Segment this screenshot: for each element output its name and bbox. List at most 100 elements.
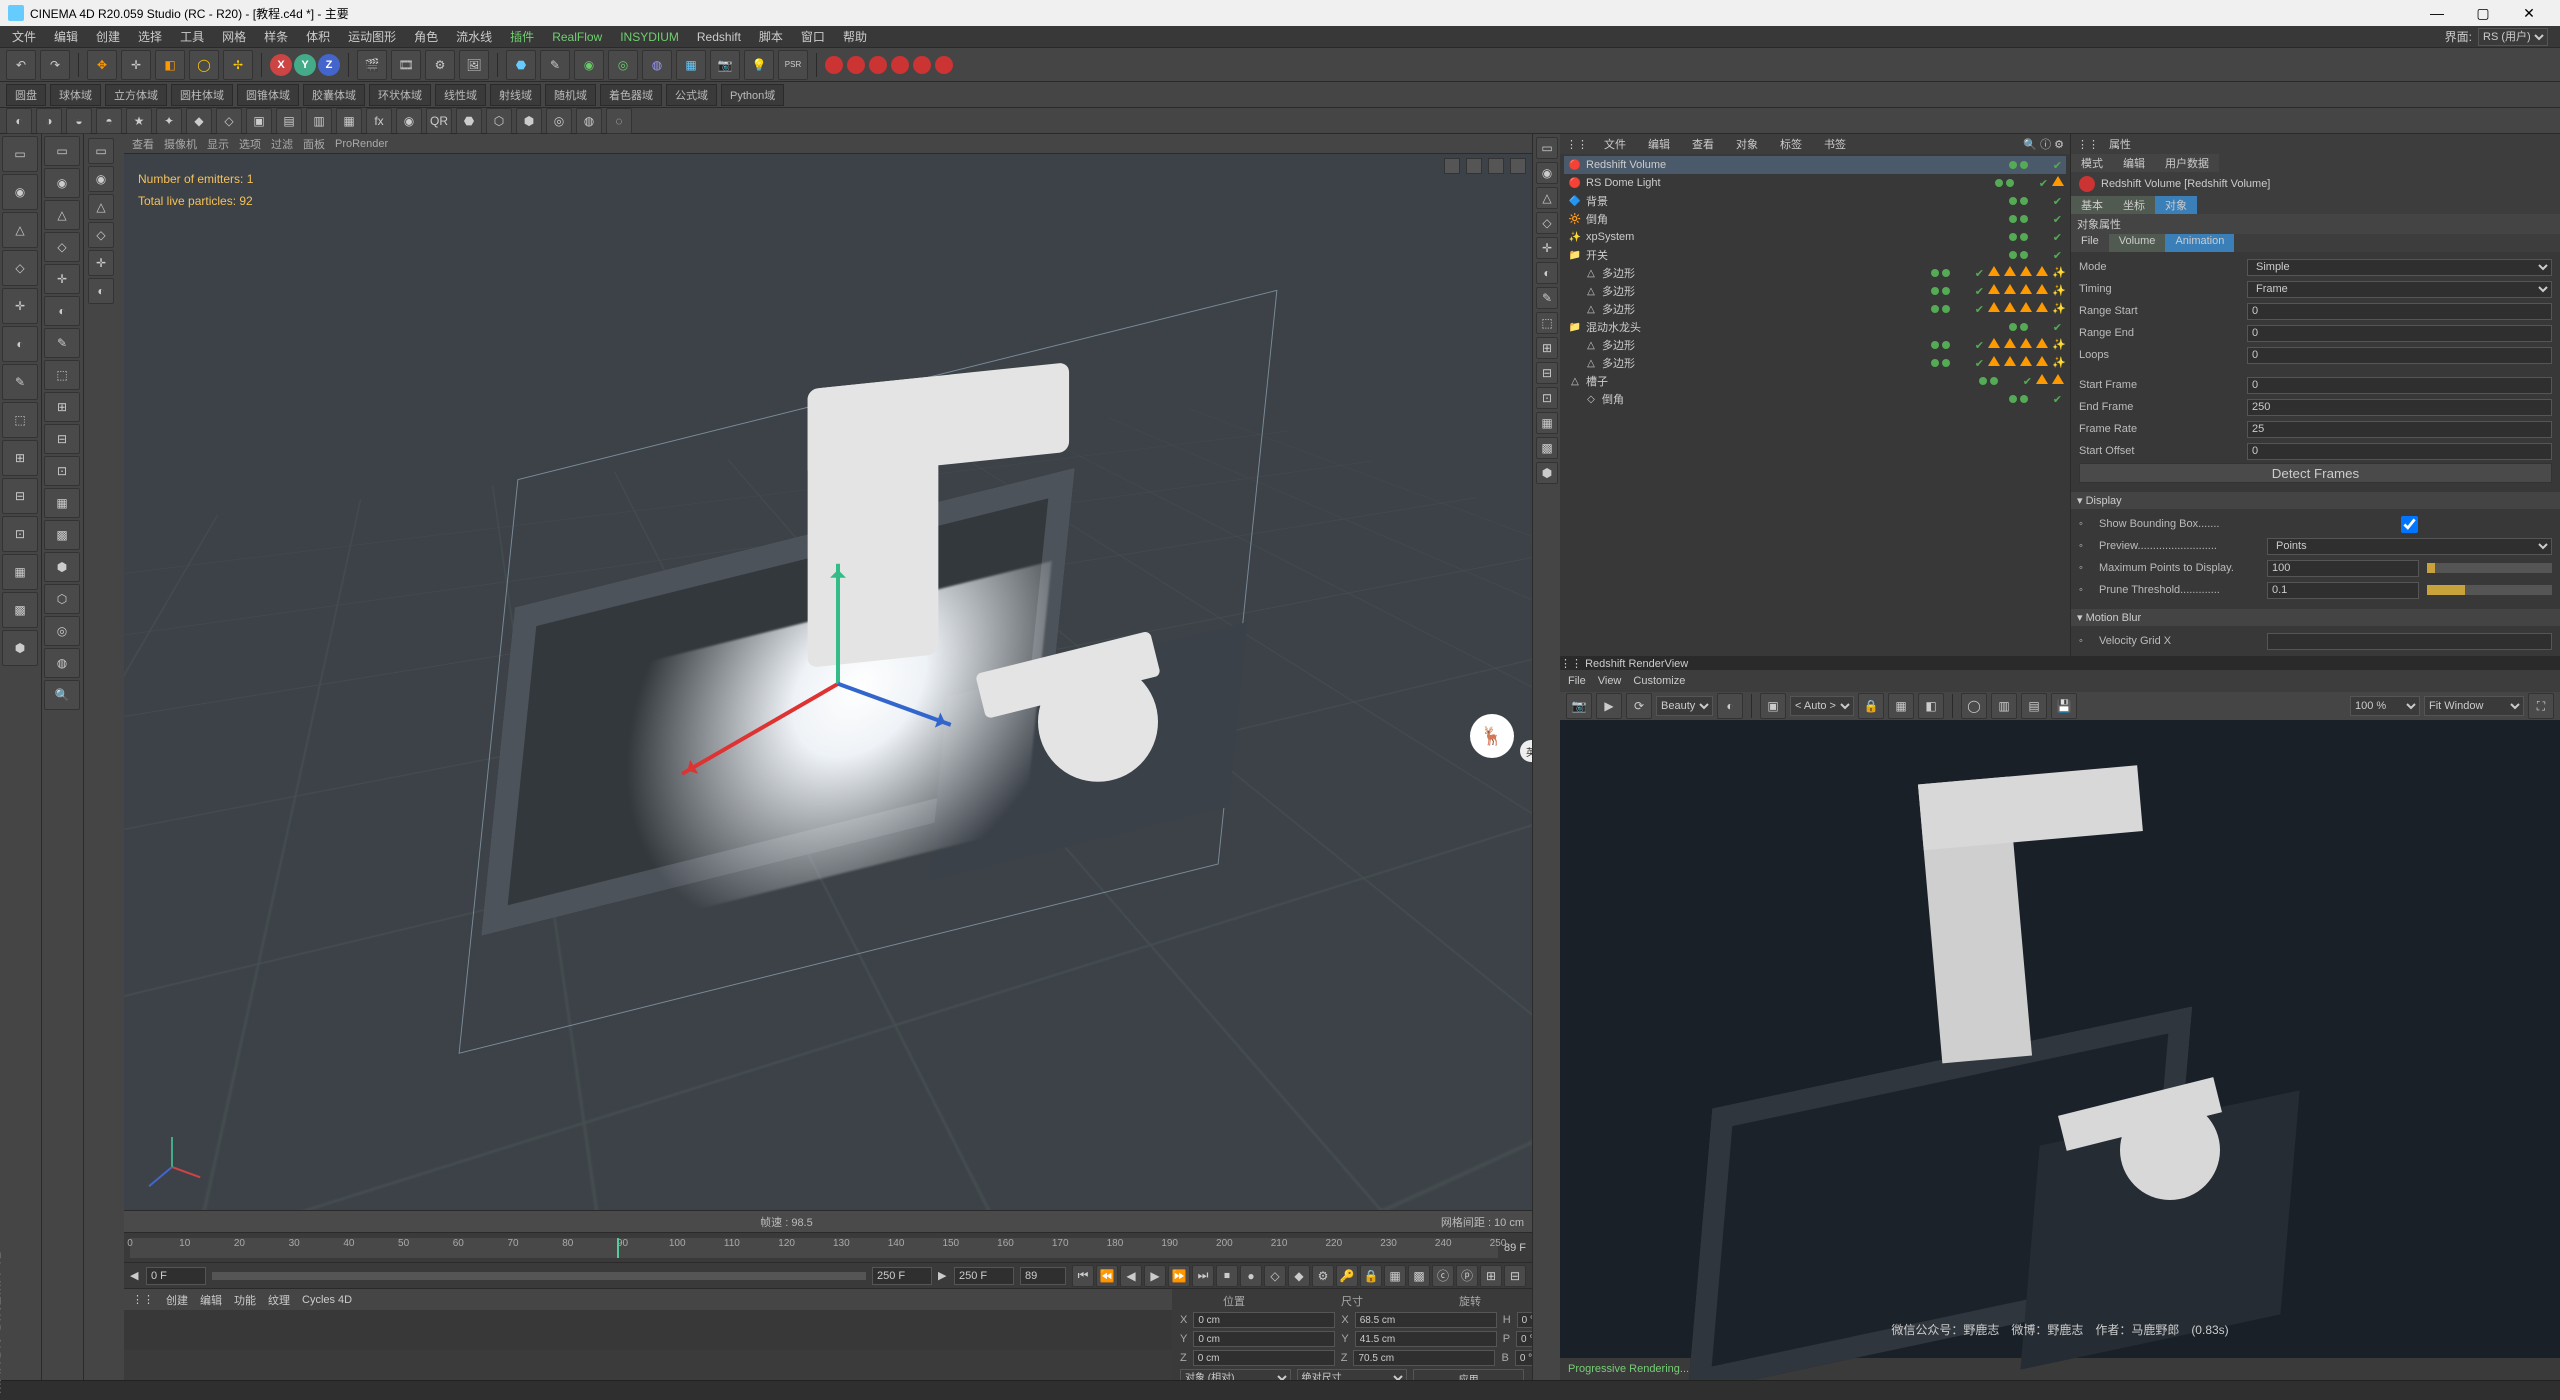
rv-lock-button[interactable]: 🔒 — [1858, 693, 1884, 719]
tag-icon[interactable] — [2020, 266, 2034, 280]
rs-material-1[interactable] — [825, 56, 843, 74]
transport-btn-10[interactable]: ⚙ — [1312, 1265, 1334, 1287]
transport-btn-11[interactable]: 🔑 — [1336, 1265, 1358, 1287]
viewport-orbit-icon[interactable] — [1488, 158, 1504, 174]
panel-grip-icon[interactable]: ⋮⋮ — [2077, 138, 2099, 151]
object-check-icon[interactable]: ✔ — [2039, 177, 2048, 190]
maximize-button[interactable]: ▢ — [2460, 0, 2506, 26]
mograph-tool-19[interactable]: ◍ — [576, 108, 602, 134]
object-row[interactable]: 🔷 背景 ✔ — [1564, 192, 2066, 210]
object-check-icon[interactable]: ✔ — [1975, 339, 1984, 352]
omtab-查看[interactable]: 查看 — [1686, 135, 1720, 153]
lg3-btn-1[interactable]: ◉ — [88, 166, 114, 192]
transport-btn-8[interactable]: ◇ — [1264, 1265, 1286, 1287]
btab-纹理[interactable]: 纹理 — [268, 1292, 290, 1308]
menu-样条[interactable]: 样条 — [256, 26, 296, 47]
btab-Cycles 4D[interactable]: Cycles 4D — [302, 1294, 352, 1306]
transport-btn-1[interactable]: ⏪ — [1096, 1265, 1118, 1287]
mograph-tool-11[interactable]: ▦ — [336, 108, 362, 134]
perspective-viewport[interactable]: Number of emitters: 1 Total live particl… — [124, 154, 1532, 1232]
object-check-icon[interactable]: ✔ — [2053, 195, 2062, 208]
attr-subtab-File[interactable]: File — [2071, 234, 2109, 252]
istrip-btn-4[interactable]: ✛ — [1536, 237, 1558, 259]
render-settings-button[interactable]: ⚙ — [425, 50, 455, 80]
istrip-btn-2[interactable]: △ — [1536, 187, 1558, 209]
mograph-tool-12[interactable]: fx — [366, 108, 392, 134]
tag-icon[interactable] — [2020, 356, 2034, 370]
size-y[interactable] — [1355, 1331, 1497, 1347]
lg1-btn-1[interactable]: ◉ — [2, 174, 38, 210]
field-射线域[interactable]: 射线域 — [490, 84, 541, 106]
transport-btn-18[interactable]: ⊟ — [1504, 1265, 1526, 1287]
transport-btn-7[interactable]: ● — [1240, 1265, 1262, 1287]
coord-apply-button[interactable]: 应用 — [1413, 1369, 1524, 1380]
tag-icon[interactable] — [2004, 284, 2018, 298]
object-check-icon[interactable]: ✔ — [1975, 285, 1984, 298]
mograph-tool-16[interactable]: ⬡ — [486, 108, 512, 134]
lg1-btn-12[interactable]: ▩ — [2, 592, 38, 628]
viewtab-ProRender[interactable]: ProRender — [335, 138, 388, 150]
lg2-btn-1[interactable]: ◉ — [44, 168, 80, 198]
lg1-btn-3[interactable]: ◇ — [2, 250, 38, 286]
frame-start-input[interactable] — [146, 1267, 206, 1285]
omtab-书签[interactable]: 书签 — [1818, 135, 1852, 153]
transport-btn-13[interactable]: ▦ — [1384, 1265, 1406, 1287]
pos-y[interactable] — [1193, 1331, 1335, 1347]
transport-btn-6[interactable]: ⏹ — [1216, 1265, 1238, 1287]
range-slider[interactable] — [212, 1272, 866, 1280]
menu-选择[interactable]: 选择 — [130, 26, 170, 47]
rv-zoom-select[interactable]: 100 % — [2350, 696, 2420, 716]
mograph-tool-9[interactable]: ▤ — [276, 108, 302, 134]
timing-select[interactable]: Frame — [2247, 281, 2552, 298]
rv-compare-button[interactable]: ▤ — [2021, 693, 2047, 719]
menu-编辑[interactable]: 编辑 — [46, 26, 86, 47]
tag-icon[interactable] — [1988, 284, 2002, 298]
start-frame-input[interactable] — [2247, 377, 2552, 394]
menu-帮助[interactable]: 帮助 — [835, 26, 875, 47]
object-check-icon[interactable]: ✔ — [1975, 303, 1984, 316]
lg2-btn-6[interactable]: ✎ — [44, 328, 80, 358]
tag-icon[interactable]: ✨ — [2052, 302, 2066, 316]
tag-icon[interactable] — [1988, 302, 2002, 316]
move-tool[interactable]: ✛ — [121, 50, 151, 80]
viewtab-过滤[interactable]: 过滤 — [271, 136, 293, 152]
object-row[interactable]: △ 多边形 ✔ ✨ — [1564, 336, 2066, 354]
mograph-tool-10[interactable]: ▥ — [306, 108, 332, 134]
frame-rate-input[interactable] — [2247, 421, 2552, 438]
transport-btn-0[interactable]: ⏮ — [1072, 1265, 1094, 1287]
menu-流水线[interactable]: 流水线 — [448, 26, 500, 47]
rs-material-5[interactable] — [913, 56, 931, 74]
lg1-btn-5[interactable]: ◐ — [2, 326, 38, 362]
lg1-btn-9[interactable]: ⊟ — [2, 478, 38, 514]
omtab-标签[interactable]: 标签 — [1774, 135, 1808, 153]
layout-select[interactable]: RS (用户) — [2478, 28, 2548, 46]
menu-Redshift[interactable]: Redshift — [689, 28, 749, 46]
lg2-btn-0[interactable]: ▭ — [44, 136, 80, 166]
object-check-icon[interactable]: ✔ — [2053, 213, 2062, 226]
lg2-btn-10[interactable]: ⊡ — [44, 456, 80, 486]
istrip-btn-12[interactable]: ▩ — [1536, 437, 1558, 459]
rv-region-button[interactable]: ▣ — [1760, 693, 1786, 719]
transport-btn-16[interactable]: ⓟ — [1456, 1265, 1478, 1287]
istrip-btn-8[interactable]: ⊞ — [1536, 337, 1558, 359]
tag-icon[interactable] — [2004, 356, 2018, 370]
menu-RealFlow[interactable]: RealFlow — [544, 28, 610, 46]
menu-脚本[interactable]: 脚本 — [751, 26, 791, 47]
select-tool[interactable]: ✥ — [87, 50, 117, 80]
object-row[interactable]: 📁 混动水龙头 ✔ — [1564, 318, 2066, 336]
mograph-tool-8[interactable]: ▣ — [246, 108, 272, 134]
detect-frames-button[interactable]: Detect Frames — [2079, 463, 2552, 483]
show-bbox-checkbox[interactable] — [2267, 516, 2552, 533]
rv-aov-button[interactable]: ◐ — [1717, 693, 1743, 719]
tag-icon[interactable] — [2036, 284, 2050, 298]
tag-icon[interactable] — [2036, 266, 2050, 280]
tag-icon[interactable] — [2036, 302, 2050, 316]
transport-btn-12[interactable]: 🔒 — [1360, 1265, 1382, 1287]
object-row[interactable]: △ 多边形 ✔ ✨ — [1564, 300, 2066, 318]
frame-current-input[interactable] — [1020, 1267, 1066, 1285]
tag-icon[interactable] — [2020, 302, 2034, 316]
rv-grid-button[interactable]: ▦ — [1888, 693, 1914, 719]
omtab-编辑[interactable]: 编辑 — [1642, 135, 1676, 153]
object-check-icon[interactable]: ✔ — [1975, 357, 1984, 370]
object-check-icon[interactable]: ✔ — [2023, 375, 2032, 388]
